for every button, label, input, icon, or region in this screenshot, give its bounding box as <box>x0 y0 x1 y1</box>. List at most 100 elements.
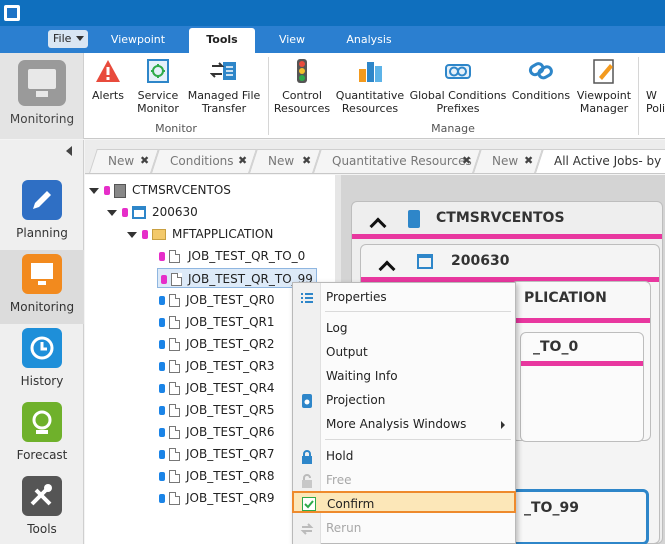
menu-item-waiting-info[interactable]: Waiting Info <box>293 365 515 387</box>
monitor-icon <box>18 60 66 106</box>
flow-application-box[interactable]: PLICATION _TO_0 <box>511 281 651 442</box>
job-name: JOB_TEST_QR5 <box>186 403 275 417</box>
properties-icon <box>300 290 314 304</box>
tree-job-row[interactable]: JOB_TEST_QR4 <box>159 378 275 398</box>
menu-item-hold[interactable]: Hold <box>293 445 515 467</box>
flow-folder-title: 200630 <box>451 253 510 269</box>
control-resources-button[interactable]: Control Resources <box>272 57 332 115</box>
calendar-folder-icon <box>417 254 433 269</box>
file-menu-button[interactable]: File <box>48 30 88 48</box>
menu-item-confirm[interactable]: Confirm <box>292 491 516 513</box>
pencil-icon <box>22 180 62 220</box>
monitor-group-label: Monitor <box>155 122 197 135</box>
doc-tab-new-3[interactable]: New ✖ <box>473 149 543 173</box>
close-icon[interactable]: ✖ <box>238 150 247 172</box>
expand-arrow-icon[interactable] <box>127 231 137 238</box>
conditions-icon <box>527 57 555 85</box>
policies-button-cutoff[interactable]: W Polic <box>646 57 665 115</box>
tree-job-row[interactable]: JOB_TEST_QR1 <box>159 312 275 332</box>
tab-tools[interactable]: Tools <box>189 28 255 53</box>
service-monitor-label-line1: Service <box>137 89 179 102</box>
doc-tab-label: New <box>492 154 519 168</box>
menu-item-rerun[interactable]: Rerun <box>293 517 515 539</box>
expand-arrow-icon[interactable] <box>107 209 117 216</box>
tree-job-row[interactable]: JOB_TEST_QR3 <box>159 356 275 376</box>
close-icon[interactable]: ✖ <box>140 150 149 172</box>
doc-tab-quantitative-resources[interactable]: Quantitative Resources ✖ <box>313 149 481 173</box>
server-icon <box>114 183 126 198</box>
alert-icon <box>94 57 122 85</box>
lock-icon <box>300 449 314 464</box>
tree-node-server[interactable]: CTMSRVCENTOS <box>89 180 231 200</box>
tree-job-row[interactable]: JOB_TEST_QR2 <box>159 334 275 354</box>
tree-job-row[interactable]: JOB_TEST_QR5 <box>159 400 275 420</box>
tab-viewpoint[interactable]: Viewpoint <box>96 28 180 53</box>
tree-job-row[interactable]: JOB_TEST_QR7 <box>159 444 275 464</box>
menu-item-label: Rerun <box>326 521 362 535</box>
file-menu-label: File <box>53 32 72 45</box>
tab-analysis[interactable]: Analysis <box>330 28 408 53</box>
collapse-chevron-icon[interactable] <box>369 217 387 235</box>
nav-monitoring[interactable]: Monitoring <box>0 250 84 324</box>
doc-tab-new-1[interactable]: New ✖ <box>89 149 159 173</box>
tree-job-row[interactable]: JOB_TEST_QR9 <box>159 488 275 508</box>
collapse-chevron-icon[interactable] <box>378 260 396 278</box>
conditions-button[interactable]: Conditions <box>510 57 572 102</box>
doc-tab-label: All Active Jobs- by OD <box>554 154 665 168</box>
flow-job-title: _TO_99 <box>524 500 579 516</box>
job-name: JOB_TEST_QR9 <box>186 491 275 505</box>
tree-job-row[interactable]: JOB_TEST_QR_TO_0 <box>159 246 305 266</box>
service-monitor-icon <box>144 57 172 85</box>
close-icon[interactable]: ✖ <box>462 150 471 172</box>
collapse-arrow-icon[interactable] <box>66 146 72 156</box>
doc-tab-new-2[interactable]: New ✖ <box>249 149 321 173</box>
job-name: JOB_TEST_QR1 <box>186 315 275 329</box>
job-name: JOB_TEST_QR8 <box>186 469 275 483</box>
expand-arrow-icon[interactable] <box>89 187 99 194</box>
nav-history[interactable]: History <box>0 324 84 398</box>
service-monitor-button[interactable]: Service Monitor <box>132 57 184 115</box>
status-indicator <box>159 318 165 327</box>
flow-job-box[interactable]: _TO_0 <box>520 332 644 442</box>
menu-item-log[interactable]: Log <box>293 317 515 339</box>
menu-item-output[interactable]: Output <box>293 341 515 363</box>
conditions-label: Conditions <box>511 89 571 102</box>
menu-item-label: Projection <box>326 393 386 407</box>
alerts-button[interactable]: Alerts <box>88 57 128 102</box>
status-indicator <box>122 208 128 217</box>
tree-node-folder[interactable]: 200630 <box>107 202 198 222</box>
menu-item-free[interactable]: Free <box>293 469 515 491</box>
menu-item-label: Waiting Info <box>326 369 398 383</box>
doc-tab-label: Conditions <box>170 154 234 168</box>
job-doc-icon <box>171 273 182 286</box>
flow-job-box-selected[interactable]: _TO_99 <box>511 489 649 544</box>
tab-view[interactable]: View <box>262 28 322 53</box>
status-indicator <box>159 296 165 305</box>
tree-job-row[interactable]: JOB_TEST_QR8 <box>159 466 275 486</box>
tree-node-label: CTMSRVCENTOS <box>132 183 231 197</box>
nav-forecast[interactable]: Forecast <box>0 398 84 472</box>
status-bar <box>521 361 643 366</box>
viewpoint-manager-button[interactable]: Viewpoint Manager <box>574 57 634 115</box>
menu-item-projection[interactable]: Projection <box>293 389 515 411</box>
status-indicator <box>159 252 165 261</box>
tree-node-application[interactable]: MFTAPPLICATION <box>127 224 273 244</box>
close-icon[interactable]: ✖ <box>302 150 311 172</box>
doc-tab-conditions[interactable]: Conditions ✖ <box>151 149 257 173</box>
menu-item-properties[interactable]: Properties <box>293 286 515 308</box>
tree-job-row[interactable]: JOB_TEST_QR6 <box>159 422 275 442</box>
managed-file-transfer-button[interactable]: Managed File Transfer <box>186 57 262 115</box>
quantitative-resources-button[interactable]: Quantitative Resources <box>334 57 406 115</box>
monitoring-domain-button[interactable]: Monitoring <box>0 53 84 139</box>
global-conditions-prefixes-button[interactable]: Global Conditions Prefixes <box>408 57 508 115</box>
status-indicator <box>142 230 148 239</box>
nav-tools[interactable]: Tools <box>0 472 84 544</box>
quantitative-icon <box>356 57 384 85</box>
flow-server-title: CTMSRVCENTOS <box>436 210 565 226</box>
nav-planning[interactable]: Planning <box>0 176 84 250</box>
menu-item-more-analysis-windows[interactable]: More Analysis Windows <box>293 413 515 435</box>
close-icon[interactable]: ✖ <box>524 150 533 172</box>
tree-job-row[interactable]: JOB_TEST_QR0 <box>159 290 275 310</box>
doc-tab-all-active-jobs[interactable]: All Active Jobs- by OD <box>535 149 665 173</box>
status-indicator <box>159 472 165 481</box>
